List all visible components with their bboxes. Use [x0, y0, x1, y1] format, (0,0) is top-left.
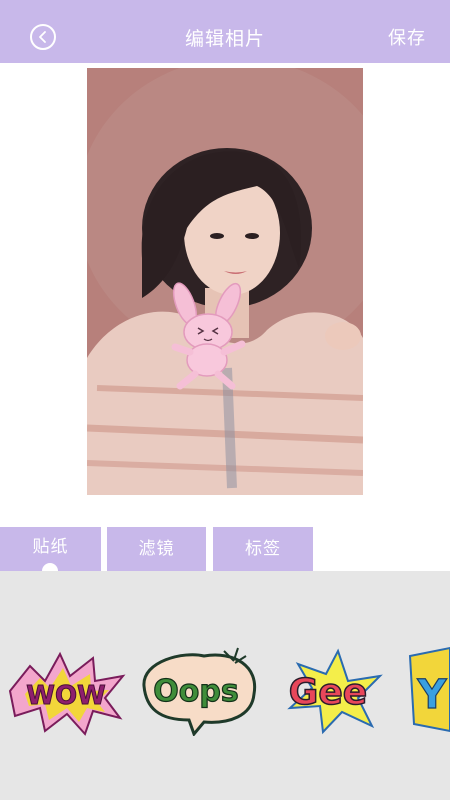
tab-stickers-label: 贴纸: [32, 537, 69, 557]
sticker-wow-text: WOW: [26, 681, 105, 711]
tab-bar: 贴纸 滤镜 标签: [0, 527, 450, 571]
sticker-gee-text: Gee: [289, 672, 367, 713]
sticker-oops[interactable]: Oops: [134, 646, 262, 736]
sticker-y-partial[interactable]: Y: [404, 646, 450, 736]
header-bar: 编辑相片 保存: [0, 0, 450, 63]
tab-filters-label: 滤镜: [138, 539, 175, 559]
active-tab-indicator: [42, 563, 58, 571]
tab-labels-label: 标签: [245, 539, 281, 559]
tab-labels[interactable]: 标签: [213, 527, 313, 571]
save-button[interactable]: 保存: [388, 24, 426, 50]
sticker-y-text: Y: [417, 672, 448, 718]
sticker-oops-text: Oops: [153, 674, 238, 709]
rabbit-sticker[interactable]: [150, 282, 255, 392]
sticker-gee[interactable]: Gee: [268, 646, 396, 736]
page-title: 编辑相片: [184, 28, 265, 50]
sticker-wow[interactable]: WOW: [5, 646, 127, 736]
tab-filters[interactable]: 滤镜: [107, 527, 206, 571]
tab-stickers[interactable]: 贴纸: [0, 527, 101, 571]
sticker-panel: WOW Oops Gee Y: [0, 571, 450, 800]
